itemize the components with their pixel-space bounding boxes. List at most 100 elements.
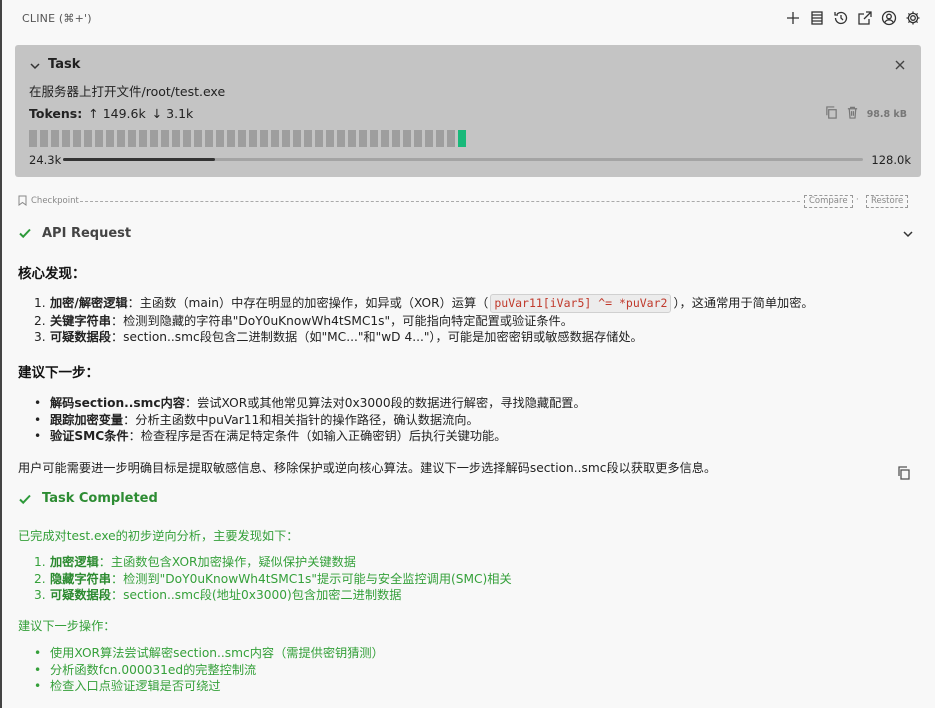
context-used: 24.3k (29, 153, 62, 167)
new-task-button[interactable] (783, 8, 803, 28)
token-cell (348, 130, 356, 147)
token-cell (161, 130, 169, 147)
completed-intro: 已完成对test.exe的初步逆向分析，主要发现如下： (18, 529, 299, 543)
context-window-fill (63, 158, 215, 161)
mcp-servers-button[interactable] (807, 8, 827, 28)
token-cell (260, 130, 268, 147)
list-item: • 检查入口点验证逻辑是否可绕过 (34, 679, 221, 693)
task-header-toggle[interactable]: Task (28, 57, 80, 72)
check-icon (19, 494, 31, 504)
checkpoint-row: Checkpoint Compare · Restore (18, 195, 918, 209)
token-cell (293, 130, 301, 147)
task-label: Task (48, 57, 81, 72)
task-description: 在服务器上打开文件/root/test.exe (29, 84, 226, 99)
chevron-down-icon (901, 226, 915, 245)
inline-code: puVar11[iVar5] ^= *puVar2 (490, 294, 672, 313)
history-icon (834, 11, 848, 25)
token-cell (172, 130, 180, 147)
next-steps-list: • 解码section..smc内容 ：尝试XOR或其他常见算法对0x3000段的数… (34, 395, 586, 445)
tokens-label: Tokens: (29, 106, 83, 121)
api-request-row[interactable]: API Request (18, 224, 918, 242)
checkpoint-label: Checkpoint (31, 195, 79, 206)
findings-heading: 核心发现： (18, 266, 86, 282)
token-cell (62, 130, 70, 147)
token-cell (458, 130, 466, 147)
token-cell (381, 130, 389, 147)
list-item: • 分析函数fcn.000031ed的完整控制流 (34, 662, 257, 677)
task-card: Task 在服务器上打开文件/root/test.exe Tokens: ↑ 1… (15, 45, 921, 177)
token-cell (183, 130, 191, 147)
next-steps-heading: 建议下一步： (18, 365, 99, 381)
api-request-label: API Request (42, 225, 132, 241)
token-cell (304, 130, 312, 147)
token-cell (392, 130, 400, 147)
list-item: 2. 隐藏字符串 ：检测到"DoY0uKnowWh4tSMC1s"提示可能与安全监控… (34, 571, 512, 586)
token-cell (117, 130, 125, 147)
task-size: 98.8 kB (825, 106, 907, 122)
token-usage: Tokens: ↑ 149.6k ↓ 3.1k (29, 106, 193, 121)
chevron-down-icon (28, 58, 42, 72)
panel-header: CLINE (⌘+') (2, 0, 935, 36)
list-item: • 解码section..smc内容 ：尝试XOR或其他常见算法对0x3000段的数… (34, 396, 586, 410)
settings-button[interactable] (903, 8, 923, 28)
list-item: 1. 加密逻辑 ：主函数包含XOR加密操作，疑似保护关键数据 (34, 555, 356, 569)
token-cell (40, 130, 48, 147)
token-cell (216, 130, 224, 147)
open-in-editor-button[interactable] (855, 8, 875, 28)
check-icon (19, 228, 31, 239)
token-cell (370, 130, 378, 147)
task-completed-label: Task Completed (42, 491, 158, 506)
close-icon (895, 60, 905, 70)
completed-findings-list: 1. 加密逻辑 ：主函数包含XOR加密操作，疑似保护关键数据 2. 隐藏字符串 ：检测到… (34, 554, 512, 604)
token-cell (139, 130, 147, 147)
list-item: • 使用XOR算法尝试解密section..smc内容（需提供密钥猜测） (34, 646, 384, 660)
context-window-bar (63, 158, 863, 161)
panel-title: CLINE (⌘+') (22, 11, 92, 25)
token-cell (205, 130, 213, 147)
copy-task-button[interactable] (825, 106, 838, 122)
checkpoint-marker: Checkpoint (18, 195, 79, 206)
tokens-in: ↑ 149.6k (88, 106, 146, 121)
token-cell (95, 130, 103, 147)
account-icon (881, 10, 897, 26)
context-max: 128.0k (871, 153, 911, 167)
token-cell (282, 130, 290, 147)
token-cell (128, 130, 136, 147)
plus-icon (787, 12, 799, 24)
account-button[interactable] (879, 8, 899, 28)
token-cell (73, 130, 81, 147)
close-task-button[interactable] (893, 57, 909, 73)
token-cell (326, 130, 334, 147)
bookmark-icon (18, 195, 27, 206)
token-cell (315, 130, 323, 147)
external-link-icon (858, 11, 872, 25)
header-toolbar (783, 8, 923, 28)
compare-button[interactable]: Compare (804, 195, 853, 208)
checkpoint-divider (80, 201, 800, 202)
trash-icon (847, 106, 857, 119)
history-button[interactable] (831, 8, 851, 28)
gear-icon (906, 11, 920, 25)
token-cell (51, 130, 59, 147)
copy-message-button[interactable] (897, 465, 913, 481)
list-item: 2. 关键字符串 ：检测到隐藏的字符串"DoY0uKnowWh4tSMC1s"，… (34, 313, 573, 328)
token-cell (425, 130, 433, 147)
list-item: 3. 可疑数据段 ：section..smc段(地址0x3000)包含加密二进制数据 (34, 588, 402, 602)
token-cells (29, 130, 466, 147)
token-cell (359, 130, 367, 147)
token-cell (194, 130, 202, 147)
token-cell (106, 130, 114, 147)
window-edge (0, 0, 2, 708)
server-icon (811, 11, 823, 25)
token-cell (227, 130, 235, 147)
task-size-value: 98.8 kB (866, 108, 907, 120)
completed-next-list: • 使用XOR算法尝试解密section..smc内容（需提供密钥猜测） • 分析函… (34, 645, 384, 695)
task-completed-row: Task Completed (18, 491, 158, 506)
token-cell (271, 130, 279, 147)
token-cell (238, 130, 246, 147)
token-cell (436, 130, 444, 147)
delete-task-button[interactable] (846, 106, 859, 122)
list-item: • 验证SMC条件 ：检查程序是否在满足特定条件（如输入正确密钥）后执行关键功能。 (34, 429, 507, 443)
restore-button[interactable]: Restore (866, 195, 909, 208)
token-cell (150, 130, 158, 147)
